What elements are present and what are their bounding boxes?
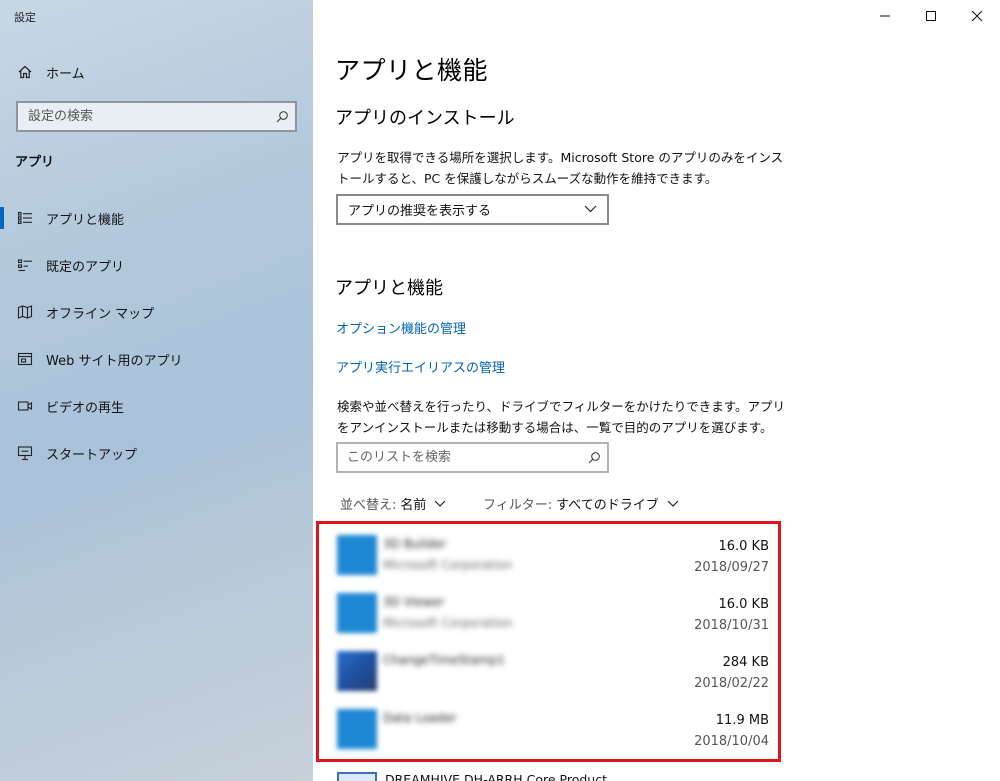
app-name: ChangeTimeStamp1 (383, 653, 505, 667)
default-apps-icon (16, 256, 34, 274)
sidebar-item-label: 既定のアプリ (46, 259, 125, 275)
features-description: 検索や並べ替えを行ったり、ドライブでフィルターをかけたりできます。アプリをアンイ… (337, 399, 786, 435)
list-item[interactable]: DREAMHIVE DH-ARRH Core Product... (333, 764, 773, 781)
app-size: 284 KB (722, 655, 769, 670)
app-list-search[interactable] (336, 442, 609, 473)
sidebar-item-video-playback[interactable]: ビデオの再生 (0, 386, 313, 426)
filter-label: フィルター: (483, 498, 553, 513)
sidebar-section-label: アプリ (15, 155, 55, 170)
sidebar-item-startup[interactable]: スタートアップ (0, 433, 313, 473)
list-item[interactable]: 3D Builder Microsoft Corporation 16.0 KB… (333, 527, 773, 585)
install-source-value: アプリの推奨を表示する (348, 204, 492, 219)
app-name: DREAMHIVE DH-ARRH Core Product... (385, 772, 619, 781)
chevron-down-icon (667, 500, 679, 507)
app-install-date: 2018/10/04 (694, 734, 769, 749)
chevron-down-icon (434, 500, 446, 507)
optional-features-link[interactable]: オプション機能の管理 (336, 318, 466, 337)
sidebar-item-label: アプリと機能 (46, 212, 125, 228)
app-icon (337, 709, 377, 749)
sidebar-item-label: ビデオの再生 (46, 400, 125, 416)
video-playback-icon (16, 397, 34, 415)
list-item[interactable]: Data Loader 11.9 MB 2018/10/04 (333, 701, 773, 759)
app-publisher: Microsoft Corporation (383, 616, 513, 630)
app-install-date: 2018/10/31 (694, 618, 769, 633)
install-source-dropdown[interactable]: アプリの推奨を表示する (336, 194, 609, 225)
sort-dropdown[interactable]: 並べ替え: 名前 (340, 494, 446, 513)
sidebar-item-label: スタートアップ (46, 447, 138, 463)
sidebar-item-default-apps[interactable]: 既定のアプリ (0, 245, 313, 285)
sidebar-item-label: オフライン マップ (46, 306, 155, 322)
app-name: 3D Builder (383, 537, 447, 551)
sidebar-home[interactable]: ホーム (0, 56, 313, 88)
search-icon[interactable] (269, 110, 295, 124)
app-size: 16.0 KB (718, 597, 769, 612)
install-description: アプリを取得できる場所を選択します。Microsoft Store のアプリのみ… (337, 150, 784, 186)
app-publisher: Microsoft Corporation (383, 558, 513, 572)
app-name: 3D Viewer (383, 595, 445, 609)
main-content: アプリと機能 アプリのインストール アプリを取得できる場所を選択します。Micr… (313, 0, 1000, 781)
app-icon (337, 651, 377, 691)
window-title: 設定 (14, 11, 36, 24)
filter-value: すべてのドライブ (556, 498, 659, 513)
filter-dropdown[interactable]: フィルター: すべてのドライブ (483, 494, 679, 513)
list-item[interactable]: ChangeTimeStamp1 284 KB 2018/02/22 (333, 643, 773, 701)
app-list-search-input[interactable] (338, 444, 581, 471)
app-execution-alias-link[interactable]: アプリ実行エイリアスの管理 (336, 357, 505, 376)
settings-search[interactable] (16, 101, 297, 132)
startup-icon (16, 444, 34, 462)
apps-for-websites-icon (16, 350, 34, 368)
settings-search-input[interactable] (18, 103, 269, 130)
app-icon (337, 772, 377, 781)
search-icon[interactable] (581, 451, 607, 465)
sort-value: 名前 (400, 498, 427, 513)
offline-maps-icon (16, 303, 34, 321)
sidebar-home-label: ホーム (46, 66, 85, 82)
app-size: 16.0 KB (718, 539, 769, 554)
sidebar-item-apps-features[interactable]: アプリと機能 (0, 198, 313, 238)
chevron-down-icon (584, 202, 597, 217)
app-icon (337, 593, 377, 633)
apps-features-icon (16, 209, 34, 227)
sort-label: 並べ替え: (340, 498, 397, 513)
app-install-date: 2018/02/22 (694, 676, 769, 691)
app-name: Data Loader (383, 711, 457, 725)
list-item[interactable]: 3D Viewer Microsoft Corporation 16.0 KB … (333, 585, 773, 643)
sidebar-item-apps-for-websites[interactable]: Web サイト用のアプリ (0, 339, 313, 379)
home-icon (16, 63, 34, 81)
install-heading: アプリのインストール (335, 108, 515, 129)
sidebar: 設定 ホーム アプリ アプリと機能 既定のアプリ オフライン マップ (0, 0, 313, 781)
sidebar-item-offline-maps[interactable]: オフライン マップ (0, 292, 313, 332)
app-install-date: 2018/09/27 (694, 560, 769, 575)
features-heading: アプリと機能 (335, 278, 443, 299)
sidebar-item-label: Web サイト用のアプリ (46, 353, 183, 369)
page-title: アプリと機能 (335, 56, 489, 85)
app-icon (337, 535, 377, 575)
app-size: 11.9 MB (715, 713, 769, 728)
